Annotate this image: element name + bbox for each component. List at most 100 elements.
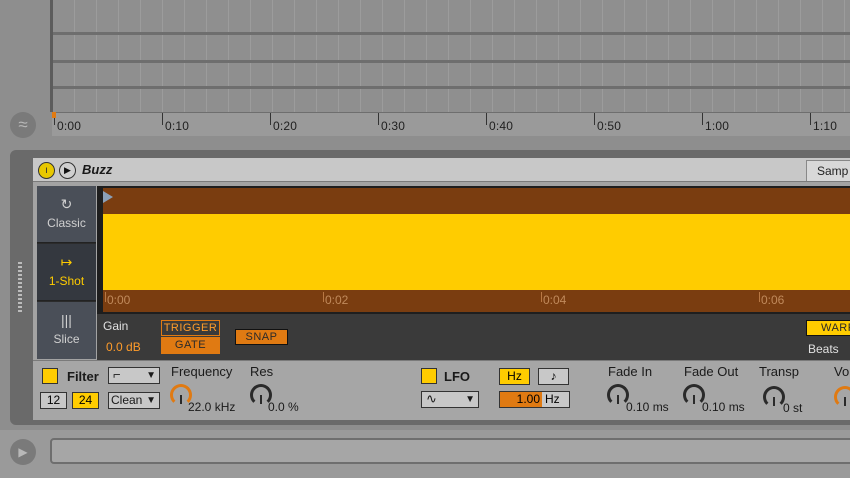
- ruler-tick: [378, 113, 379, 125]
- grid-line: [624, 0, 625, 112]
- device-power-button[interactable]: ı: [38, 162, 55, 179]
- grid-line: [118, 0, 119, 112]
- grid-left-edge: [50, 0, 53, 112]
- chevron-down-icon: ▼: [146, 370, 156, 381]
- resonance-label: Res: [250, 364, 274, 379]
- grid-line: [184, 0, 185, 112]
- grid-line: [536, 0, 537, 112]
- wave-follow-icon[interactable]: ≈: [10, 112, 36, 138]
- grid-line: [712, 0, 713, 112]
- mode-one-shot-button[interactable]: ↦ 1-Shot: [37, 244, 96, 301]
- waveform-time-label: 0:02: [325, 293, 349, 307]
- waveform-time-tick: [105, 292, 106, 302]
- grid-line: [96, 0, 97, 112]
- lfo-hz-button[interactable]: Hz: [499, 368, 530, 385]
- resonance-value: 0.0 %: [268, 400, 299, 414]
- fade-out-value: 0.10 ms: [702, 400, 745, 414]
- loop-icon: ↻: [60, 196, 73, 212]
- slice-icon: |||: [61, 312, 72, 328]
- sample-start-marker[interactable]: [103, 191, 113, 203]
- waveform-display[interactable]: [103, 214, 850, 290]
- grid-line: [228, 0, 229, 112]
- grid-line: [646, 0, 647, 112]
- device-preview-play-button[interactable]: ▶: [59, 162, 76, 179]
- grid-line: [206, 0, 207, 112]
- grid-line: [272, 0, 273, 112]
- filter-label: Filter: [67, 369, 99, 384]
- grid-line: [140, 0, 141, 112]
- slope-24-button[interactable]: 24: [72, 392, 99, 409]
- filter-toggle[interactable]: [42, 368, 58, 384]
- lowpass-shape-icon: ⌐: [113, 367, 121, 382]
- ruler-tick: [162, 113, 163, 125]
- track-divider: [52, 32, 850, 35]
- waveform-time-band[interactable]: [103, 290, 850, 312]
- transpose-label: Transp: [759, 364, 799, 379]
- ruler-label: 0:00: [57, 119, 82, 133]
- mode-label: Slice: [53, 332, 80, 346]
- fade-in-label: Fade In: [608, 364, 653, 379]
- fade-out-label: Fade Out: [684, 364, 739, 379]
- waveform-time-tick: [759, 292, 760, 302]
- grid-line: [492, 0, 493, 112]
- grid-line: [382, 0, 383, 112]
- snap-button[interactable]: SNAP: [235, 329, 288, 345]
- mode-classic-button[interactable]: ↻ Classic: [37, 186, 96, 243]
- lfo-sync-button[interactable]: ♪: [538, 368, 569, 385]
- lfo-waveform-dropdown[interactable]: ∿ ▼: [421, 391, 479, 408]
- ruler-tick: [486, 113, 487, 125]
- waveform-time-tick: [541, 292, 542, 302]
- trigger-mode-button[interactable]: TRIGGER: [161, 320, 220, 336]
- volume-knob[interactable]: [834, 386, 850, 408]
- grid-line: [668, 0, 669, 112]
- time-ruler[interactable]: 0:00 0:10 0:20 0:30 0:40 0:50 1:00 1:10: [52, 112, 850, 136]
- ruler-label: 0:50: [597, 119, 622, 133]
- mode-slice-button[interactable]: ||| Slice: [37, 302, 96, 359]
- grid-line: [602, 0, 603, 112]
- lfo-toggle[interactable]: [421, 368, 437, 384]
- filter-type-dropdown[interactable]: ⌐ ▼: [108, 367, 160, 384]
- warp-button[interactable]: WARP: [806, 320, 850, 336]
- grid-line: [338, 0, 339, 112]
- waveform-time-label: 0:00: [107, 293, 131, 307]
- loop-start-marker[interactable]: [52, 112, 56, 118]
- lfo-rate-unit: Hz: [545, 392, 560, 406]
- gate-mode-button[interactable]: GATE: [161, 337, 220, 354]
- grid-line: [360, 0, 361, 112]
- circuit-dropdown[interactable]: Clean ▼: [108, 392, 160, 409]
- circuit-value: Clean: [111, 393, 143, 407]
- gain-value[interactable]: 0.0 dB: [106, 340, 141, 354]
- clip-detail-field[interactable]: [50, 438, 850, 464]
- slope-12-button[interactable]: 12: [40, 392, 67, 409]
- grid-line: [404, 0, 405, 112]
- device-grip-handle[interactable]: [18, 262, 22, 312]
- ruler-label: 0:40: [489, 119, 514, 133]
- grid-line: [316, 0, 317, 112]
- grid-line: [470, 0, 471, 112]
- tab-sample[interactable]: Samp: [806, 160, 850, 181]
- grid-line: [294, 0, 295, 112]
- waveform-time-label: 0:04: [543, 293, 567, 307]
- volume-label: Vo: [834, 364, 850, 379]
- one-shot-icon: ↦: [60, 254, 73, 270]
- grid-line: [778, 0, 779, 112]
- grid-line: [756, 0, 757, 112]
- grid-line: [426, 0, 427, 112]
- lfo-rate-field[interactable]: 1.00 Hz: [499, 391, 570, 408]
- grid-line: [822, 0, 823, 112]
- mode-label: 1-Shot: [48, 274, 85, 288]
- gain-label: Gain: [103, 319, 129, 333]
- transpose-knob[interactable]: [763, 386, 785, 408]
- grid-line: [74, 0, 75, 112]
- warp-mode-label[interactable]: Beats: [808, 342, 839, 356]
- grid-line: [448, 0, 449, 112]
- device-title-bar: [33, 158, 850, 182]
- waveform-top-band[interactable]: [103, 188, 850, 214]
- play-icon[interactable]: ▶: [10, 439, 36, 465]
- arrangement-grid[interactable]: [52, 0, 850, 112]
- grid-line: [580, 0, 581, 112]
- grid-line: [514, 0, 515, 112]
- ruler-tick: [810, 113, 811, 125]
- frequency-value: 22.0 kHz: [188, 400, 236, 414]
- chevron-down-icon: ▼: [465, 394, 475, 405]
